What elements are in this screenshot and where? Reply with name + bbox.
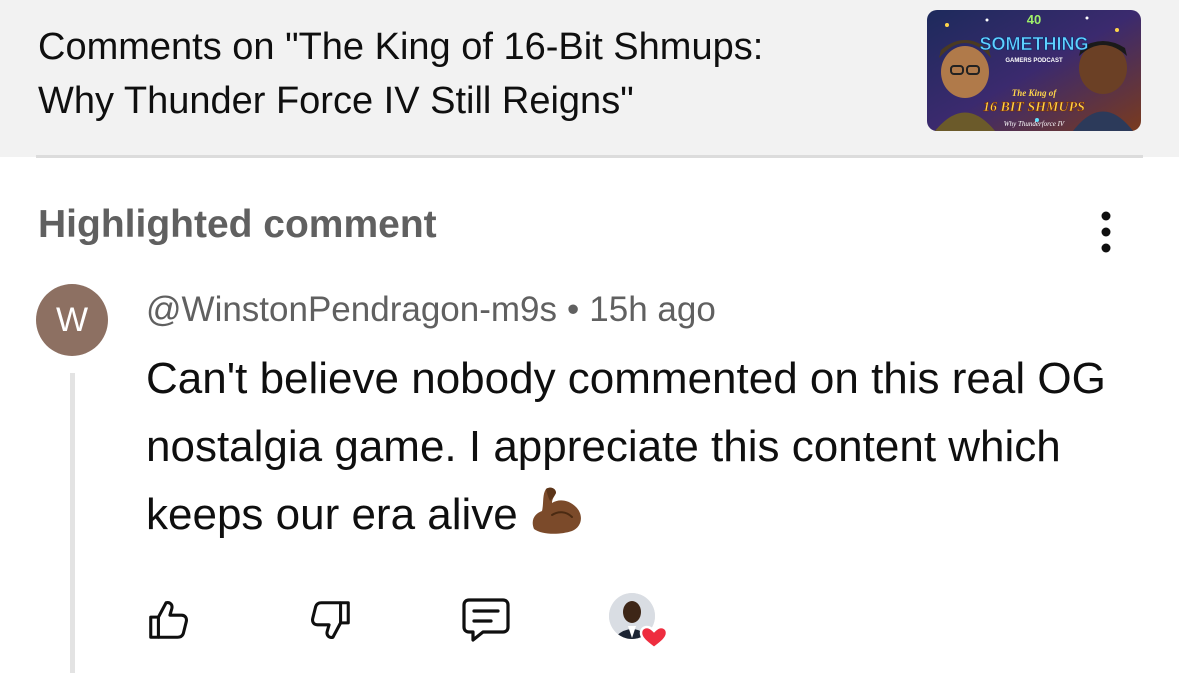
comment-body: Can't believe nobody commented on this r… — [146, 345, 1106, 549]
like-button[interactable] — [140, 592, 196, 648]
comment-author[interactable]: @WinstonPendragon-m9s — [146, 290, 557, 329]
comment-meta: @WinstonPendragon-m9s • 15h ago — [146, 290, 716, 330]
comment-time: 15h ago — [589, 290, 716, 329]
reply-button[interactable] — [458, 592, 514, 648]
thumbnail-image: 40 SOMETHING GAMERS PODCAST The King of … — [927, 10, 1141, 131]
meta-separator: • — [567, 290, 580, 329]
thumbs-up-icon — [149, 601, 188, 639]
header-divider — [36, 155, 1143, 158]
thumbs-down-icon — [311, 601, 350, 639]
thumb-brand: SOMETHING — [979, 34, 1088, 54]
thumb-line2: 16 BIT SHMUPS — [983, 100, 1085, 115]
comment-text: Can't believe nobody commented on this r… — [146, 354, 1106, 539]
creator-heart[interactable] — [608, 592, 670, 650]
dislike-button[interactable] — [303, 592, 359, 648]
vertical-dots-icon[interactable] — [1088, 206, 1124, 258]
thumb-line1: The King of — [1012, 88, 1058, 98]
comments-header: Comments on "The King of 16-Bit Shmups: … — [0, 0, 1179, 157]
thumb-badge: 40 — [1027, 12, 1041, 27]
creator-heart-icon — [609, 593, 669, 650]
thumb-brand-sub: GAMERS PODCAST — [1005, 58, 1063, 64]
thread-line — [70, 373, 75, 673]
reply-comment-icon — [462, 598, 510, 642]
avatar[interactable]: W — [36, 284, 108, 356]
thumb-line3: Why Thunderforce IV — [1004, 120, 1065, 128]
page-title: Comments on "The King of 16-Bit Shmups: … — [38, 26, 764, 122]
avatar-letter: W — [55, 300, 89, 339]
video-thumbnail[interactable]: 40 SOMETHING GAMERS PODCAST The King of … — [927, 10, 1141, 131]
flexed-biceps-icon — [532, 487, 581, 534]
highlighted-comment-label: Highlighted comment — [38, 203, 437, 246]
